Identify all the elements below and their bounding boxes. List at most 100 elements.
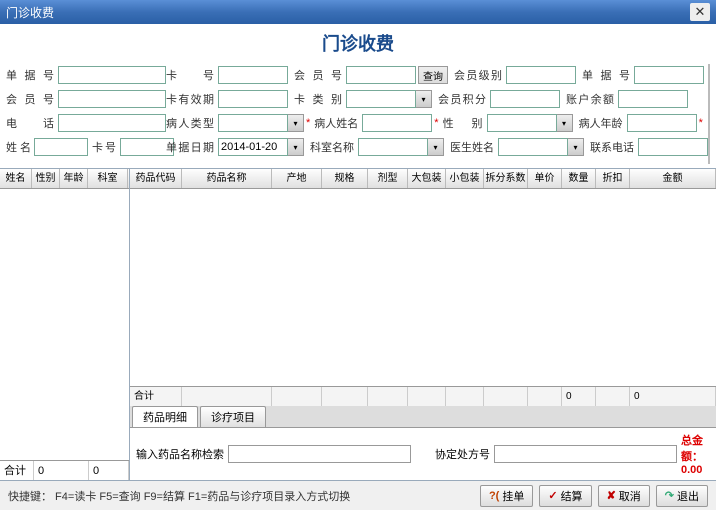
cardtype-dropdown-icon[interactable]: ▾ bbox=[416, 90, 432, 108]
label-expiry: 卡有效期 bbox=[166, 91, 218, 107]
page-header: 门诊收费 bbox=[0, 24, 716, 62]
level-input[interactable] bbox=[506, 66, 576, 84]
close-button[interactable]: ✕ bbox=[690, 3, 710, 21]
receipt-no-input[interactable] bbox=[58, 66, 166, 84]
search-row: 输入药品名称检索 协定处方号 总金额：0.00 bbox=[130, 428, 716, 480]
question-icon: ?( bbox=[489, 490, 499, 502]
label-contact: 联系电话 bbox=[590, 139, 638, 155]
main-sum-row: 合计 0 0 bbox=[130, 386, 716, 406]
app-window: 门诊收费 ✕ 门诊收费 单据号 会员号 电 话 姓 名卡号 卡 号 会 员 号查… bbox=[0, 0, 716, 510]
x-icon: ✘ bbox=[607, 489, 616, 502]
rx-input[interactable] bbox=[494, 445, 677, 463]
window-title: 门诊收费 bbox=[6, 4, 54, 21]
col-origin[interactable]: 产地 bbox=[272, 169, 322, 188]
label-pname: 病人姓名 bbox=[314, 115, 362, 131]
col-qty[interactable]: 数量 bbox=[562, 169, 596, 188]
col-discount[interactable]: 折扣 bbox=[596, 169, 630, 188]
side-sum-v1: 0 bbox=[34, 461, 89, 480]
col-amount[interactable]: 金额 bbox=[630, 169, 716, 188]
label-name: 姓 名 bbox=[6, 139, 34, 155]
card-input[interactable] bbox=[218, 66, 288, 84]
label-receipt-no: 单据号 bbox=[6, 67, 58, 83]
hold-button[interactable]: ?(挂单 bbox=[480, 485, 533, 507]
tab-drug-detail[interactable]: 药品明细 bbox=[132, 406, 198, 427]
col-smallpkg[interactable]: 小包装 bbox=[446, 169, 484, 188]
contact-input[interactable] bbox=[638, 138, 708, 156]
doctor-dropdown-icon[interactable]: ▾ bbox=[568, 138, 584, 156]
label-gender: 性 别 bbox=[443, 115, 487, 131]
dept-dropdown-icon[interactable]: ▾ bbox=[428, 138, 444, 156]
label-ptype: 病人类型 bbox=[166, 115, 218, 131]
title-bar[interactable]: 门诊收费 ✕ bbox=[0, 0, 716, 24]
required-icon: * bbox=[697, 117, 705, 129]
label-age: 病人年龄 bbox=[579, 115, 627, 131]
col-spec[interactable]: 规格 bbox=[322, 169, 368, 188]
label-card: 卡 号 bbox=[166, 67, 218, 83]
main-grid-body[interactable] bbox=[130, 189, 716, 386]
ptype-input[interactable] bbox=[218, 114, 288, 132]
cardtype-input[interactable] bbox=[346, 90, 416, 108]
settle-button[interactable]: ✓结算 bbox=[539, 485, 591, 507]
cancel-button[interactable]: ✘取消 bbox=[598, 485, 650, 507]
expiry-input[interactable] bbox=[218, 90, 288, 108]
form-panel: 单据号 会员号 电 话 姓 名卡号 卡 号 会 员 号查询 会员级别 单 据 号… bbox=[0, 62, 716, 169]
member-input[interactable] bbox=[346, 66, 416, 84]
side-pane: 姓名 性别 年龄 科室 合计 0 0 bbox=[0, 169, 130, 480]
footer: 快捷键： F4=读卡 F5=查询 F9=结算 F1=药品与诊疗项目录入方式切换 … bbox=[0, 480, 716, 510]
query-button[interactable]: 查询 bbox=[418, 66, 448, 84]
phone-input[interactable] bbox=[58, 114, 166, 132]
label-cardtype: 卡 类 别 bbox=[294, 91, 346, 107]
label-doctor: 医生姓名 bbox=[450, 139, 498, 155]
docno-input[interactable] bbox=[634, 66, 704, 84]
tab-treatment[interactable]: 诊疗项目 bbox=[200, 406, 266, 427]
col-code[interactable]: 药品代码 bbox=[130, 169, 182, 188]
name-input[interactable] bbox=[34, 138, 88, 156]
exit-icon: ↷ bbox=[665, 489, 674, 502]
rx-label: 协定处方号 bbox=[435, 446, 490, 462]
search-label: 输入药品名称检索 bbox=[136, 446, 224, 462]
col-form[interactable]: 剂型 bbox=[368, 169, 408, 188]
label-member-no: 会员号 bbox=[6, 91, 58, 107]
page-title: 门诊收费 bbox=[322, 34, 394, 54]
member-no-input[interactable] bbox=[58, 90, 166, 108]
form-mid: 卡 号 会 员 号查询 会员级别 单 据 号 卡有效期 卡 类 别▾ 会员积分 … bbox=[166, 64, 708, 164]
col-split[interactable]: 拆分系数 bbox=[484, 169, 528, 188]
content-pane: 药品代码 药品名称 产地 规格 剂型 大包装 小包装 拆分系数 单价 数量 折扣… bbox=[130, 169, 716, 480]
gender-input[interactable] bbox=[487, 114, 557, 132]
label-level: 会员级别 bbox=[454, 67, 506, 83]
main-sum-amount: 0 bbox=[630, 387, 716, 406]
photo-placeholder bbox=[708, 64, 710, 164]
side-col-age[interactable]: 年龄 bbox=[60, 169, 88, 188]
check-icon: ✓ bbox=[548, 489, 557, 502]
required-icon: * bbox=[432, 117, 440, 129]
main-grid-header: 药品代码 药品名称 产地 规格 剂型 大包装 小包装 拆分系数 单价 数量 折扣… bbox=[130, 169, 716, 189]
label-balance: 账户余额 bbox=[566, 91, 618, 107]
col-price[interactable]: 单价 bbox=[528, 169, 562, 188]
side-sum: 合计 0 0 bbox=[0, 460, 129, 480]
side-col-dept[interactable]: 科室 bbox=[88, 169, 128, 188]
age-input[interactable] bbox=[627, 114, 697, 132]
side-grid-body[interactable] bbox=[0, 189, 129, 460]
ptype-dropdown-icon[interactable]: ▾ bbox=[288, 114, 304, 132]
doctor-input[interactable] bbox=[498, 138, 568, 156]
date-input[interactable] bbox=[218, 138, 288, 156]
label-points: 会员积分 bbox=[438, 91, 490, 107]
search-input[interactable] bbox=[228, 445, 411, 463]
form-left: 单据号 会员号 电 话 姓 名卡号 bbox=[6, 64, 166, 164]
side-sum-v2: 0 bbox=[89, 461, 129, 480]
dept-input[interactable] bbox=[358, 138, 428, 156]
date-dropdown-icon[interactable]: ▾ bbox=[288, 138, 304, 156]
points-input[interactable] bbox=[490, 90, 560, 108]
balance-input[interactable] bbox=[618, 90, 688, 108]
col-name[interactable]: 药品名称 bbox=[182, 169, 272, 188]
label-card-no: 卡号 bbox=[92, 139, 120, 155]
main-sum-qty: 0 bbox=[562, 387, 596, 406]
col-bigpkg[interactable]: 大包装 bbox=[408, 169, 446, 188]
tabs: 药品明细 诊疗项目 bbox=[130, 406, 716, 428]
pname-input[interactable] bbox=[362, 114, 432, 132]
side-grid-header: 姓名 性别 年龄 科室 bbox=[0, 169, 129, 189]
side-col-gender[interactable]: 性别 bbox=[32, 169, 60, 188]
gender-dropdown-icon[interactable]: ▾ bbox=[557, 114, 573, 132]
side-col-name[interactable]: 姓名 bbox=[0, 169, 32, 188]
exit-button[interactable]: ↷退出 bbox=[656, 485, 708, 507]
